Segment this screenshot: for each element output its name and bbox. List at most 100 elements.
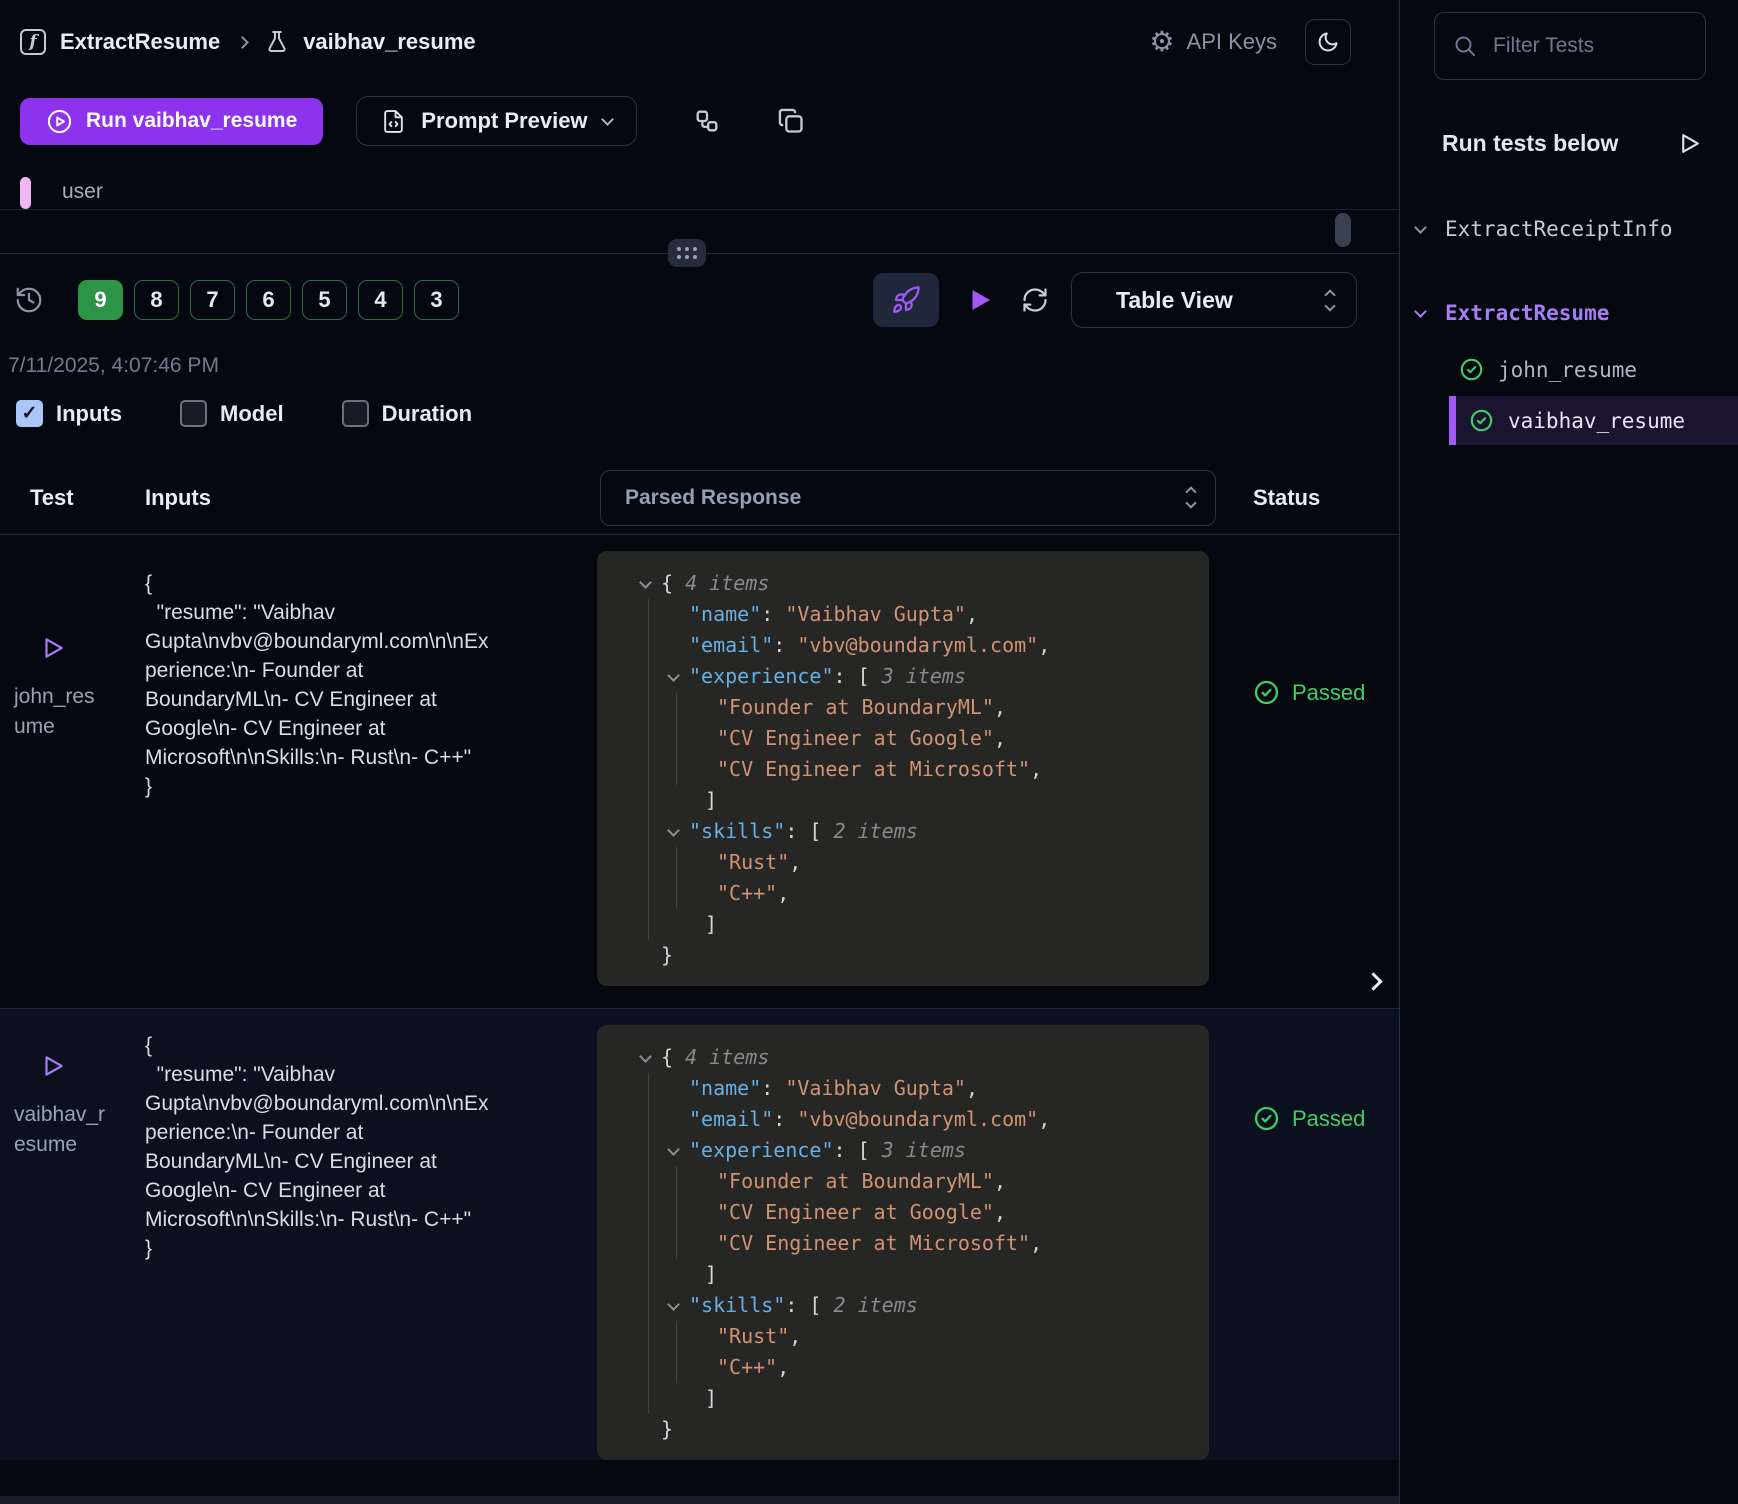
collapse-chevron-icon[interactable] (667, 824, 680, 837)
prompt-preview-select[interactable]: Prompt Preview (356, 96, 636, 146)
history-icon[interactable] (14, 285, 44, 315)
api-keys-button[interactable]: ⚙ API Keys (1149, 28, 1277, 56)
breadcrumb-app[interactable]: ExtractResume (60, 29, 220, 55)
run-chip-3[interactable]: 3 (414, 280, 459, 320)
chevron-down-icon (1414, 221, 1427, 234)
checkbox-unchecked[interactable] (342, 400, 369, 427)
json-viewer: { 4 items"name": "Vaibhav Gupta","email"… (597, 1025, 1209, 1460)
parsed-cell: { 4 items"name": "Vaibhav Gupta","email"… (585, 535, 1215, 1008)
table-row-vaibhav_resume[interactable]: vaibhav_resume { "resume": "Vaibhav Gupt… (0, 1008, 1399, 1460)
run-tests-below-button[interactable]: Run tests below (1442, 130, 1702, 157)
collapse-chevron-icon[interactable] (667, 669, 680, 682)
test-item-vaibhav_resume[interactable]: vaibhav_resume (1449, 396, 1738, 445)
collapse-chevron-icon[interactable] (667, 1298, 680, 1311)
parsed-response-label: Parsed Response (625, 486, 801, 510)
inputs-cell: { "resume": "Vaibhav Gupta\nvbv@boundary… (130, 1009, 585, 1263)
collapse-chevron-icon[interactable] (639, 1050, 652, 1063)
column-header-status: Status (1215, 485, 1399, 511)
vertical-scrollbar-thumb[interactable] (1335, 213, 1351, 247)
collapse-chevron-icon[interactable] (667, 1143, 680, 1156)
run-row-button[interactable] (40, 1053, 66, 1079)
run-chip-5[interactable]: 5 (302, 280, 347, 320)
collapse-chevron-icon[interactable] (639, 576, 652, 589)
test-tree: ExtractReceiptInfo ExtractResume john_resu… (1414, 217, 1706, 445)
app-root: f ExtractResume vaibhav_resume ⚙ API Key… (0, 0, 1738, 1504)
breadcrumb-test[interactable]: vaibhav_resume (303, 29, 475, 55)
top-right-actions: ⚙ API Keys (1149, 19, 1351, 65)
breadcrumb: f ExtractResume vaibhav_resume (20, 29, 476, 55)
column-header-test: Test (0, 485, 130, 511)
refresh-button[interactable] (1021, 286, 1049, 314)
file-code-icon (381, 109, 406, 134)
checkbox-unchecked[interactable] (180, 400, 207, 427)
test-group-label: ExtractReceiptInfo (1445, 217, 1673, 241)
theme-toggle-button[interactable] (1305, 19, 1351, 65)
play-button[interactable] (965, 285, 995, 315)
run-chip-4[interactable]: 4 (358, 280, 403, 320)
api-keys-label: API Keys (1187, 29, 1277, 55)
panel-resize-handle[interactable] (668, 239, 706, 267)
function-icon: f (20, 29, 46, 55)
chevron-right-icon (236, 36, 249, 49)
test-name: vaibhav_resume (14, 1100, 106, 1160)
play-icon (965, 285, 995, 315)
filter-tests-input[interactable] (1493, 34, 1663, 58)
run-chip-9[interactable]: 9 (78, 280, 123, 320)
workflow-button[interactable] (693, 107, 721, 135)
check-circle-icon (1253, 679, 1280, 706)
test-item-john_resume[interactable]: john_resume (1459, 357, 1706, 382)
run-chip-6[interactable]: 6 (246, 280, 291, 320)
view-mode-label: Table View (1116, 287, 1233, 314)
run-tests-below-label: Run tests below (1442, 130, 1618, 157)
check-circle-icon (1459, 357, 1484, 382)
filter-label: Duration (382, 401, 472, 427)
test-item-label: vaibhav_resume (1508, 409, 1685, 433)
rocket-button[interactable] (873, 273, 939, 327)
test-name: john_resume (14, 682, 106, 742)
prompt-role-row[interactable]: user (0, 174, 1399, 210)
runs-row: 9876543 Table Vi (0, 272, 1399, 328)
column-header-inputs: Inputs (130, 485, 585, 511)
table-row-john_resume[interactable]: john_resume { "resume": "Vaibhav Gupta\n… (0, 535, 1399, 1008)
moon-icon (1316, 30, 1340, 54)
parsed-response-select[interactable]: Parsed Response (600, 470, 1216, 526)
status-badge: Passed (1292, 680, 1365, 706)
tests-sidebar: Run tests below ExtractReceiptInfoExtrac… (1399, 0, 1738, 1504)
horizontal-scrollbar[interactable] (0, 1496, 1399, 1504)
play-outline-icon (40, 635, 66, 661)
test-group-ExtractResume[interactable]: ExtractResume (1414, 301, 1706, 325)
role-label: user (62, 180, 103, 204)
workflow-icon (693, 107, 721, 135)
filter-toggle-duration[interactable]: Duration (342, 400, 472, 427)
filter-toggle-inputs[interactable]: ✓ Inputs (16, 400, 122, 427)
checkbox-checked[interactable]: ✓ (16, 400, 43, 427)
run-chip-8[interactable]: 8 (134, 280, 179, 320)
copy-icon (777, 107, 805, 135)
gear-icon: ⚙ (1149, 28, 1174, 56)
inputs-cell: { "resume": "Vaibhav Gupta\nvbv@boundary… (130, 535, 585, 801)
chevrons-up-down-icon (1187, 488, 1195, 507)
check-circle-icon (1469, 408, 1494, 433)
filter-label: Inputs (56, 401, 122, 427)
view-mode-select[interactable]: Table View (1071, 272, 1357, 328)
results-rows: john_resume { "resume": "Vaibhav Gupta\n… (0, 535, 1399, 1460)
run-chips: 9876543 (78, 280, 459, 320)
status-cell: Passed (1215, 535, 1399, 706)
test-cell: vaibhav_resume (0, 1009, 130, 1160)
test-group-label: ExtractResume (1445, 301, 1609, 325)
run-chip-7[interactable]: 7 (190, 280, 235, 320)
run-test-button[interactable]: Run vaibhav_resume (20, 98, 323, 145)
flask-icon (265, 30, 289, 54)
filter-toggle-model[interactable]: Model (180, 400, 284, 427)
filter-tests-box[interactable] (1434, 12, 1706, 80)
json-viewer: { 4 items"name": "Vaibhav Gupta","email"… (597, 551, 1209, 986)
play-outline-icon (40, 1053, 66, 1079)
play-circle-icon (46, 108, 73, 135)
copy-button[interactable] (777, 107, 805, 135)
rocket-icon (891, 285, 921, 315)
run-row-button[interactable] (40, 635, 66, 661)
test-group-ExtractReceiptInfo[interactable]: ExtractReceiptInfo (1414, 217, 1706, 241)
status-cell: Passed (1215, 1009, 1399, 1132)
chevron-down-icon (601, 113, 614, 126)
expand-panel-chevron[interactable] (1367, 966, 1397, 996)
